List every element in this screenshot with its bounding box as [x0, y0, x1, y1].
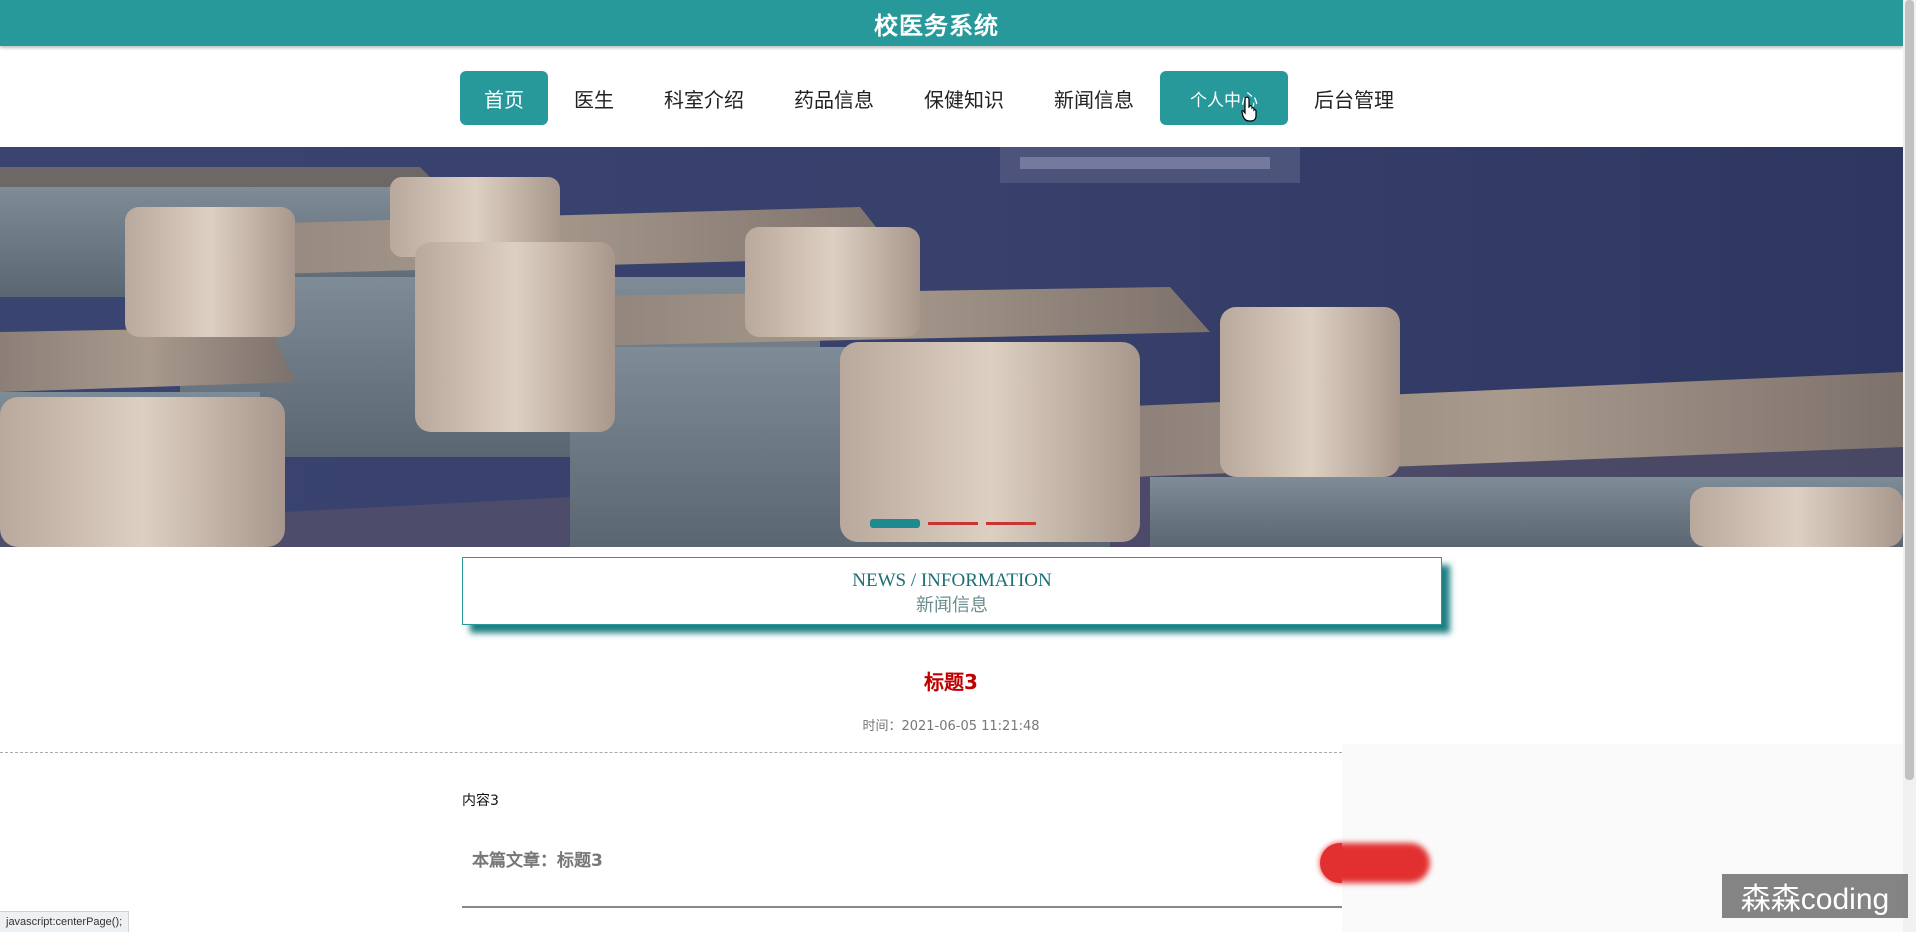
- nav-item-departments[interactable]: 科室介绍: [640, 71, 768, 125]
- main-nav: 首页 医生 科室介绍 药品信息 保健知识 新闻信息 个人中心 后台管理: [460, 70, 1420, 126]
- carousel-dot-3[interactable]: [986, 522, 1036, 525]
- section-title-cn: 新闻信息: [916, 595, 988, 615]
- browser-status-bar: javascript:centerPage();: [0, 911, 130, 932]
- nav-item-home[interactable]: 首页: [460, 71, 548, 125]
- nav-item-doctor[interactable]: 医生: [550, 71, 638, 125]
- nav-item-news[interactable]: 新闻信息: [1030, 71, 1158, 125]
- carousel-indicators: [870, 519, 1036, 528]
- hand-pointer-icon: [1241, 96, 1257, 122]
- back-button-blurred: [1320, 843, 1430, 883]
- article-time: 时间：2021-06-05 11:21:48: [862, 719, 1040, 734]
- watermark: 森森coding: [1722, 874, 1908, 918]
- top-header-bar: 校医务系统: [0, 0, 1903, 46]
- nav-item-profile[interactable]: 个人中心: [1160, 71, 1288, 125]
- classroom-image: [0, 147, 1903, 547]
- bottom-divider: [462, 906, 1352, 908]
- divider: [0, 752, 1342, 753]
- hero-banner-carousel[interactable]: [0, 147, 1903, 547]
- site-title: 校医务系统: [874, 11, 999, 40]
- page-scrollbar[interactable]: [1903, 0, 1916, 932]
- article-title: 标题3: [924, 670, 978, 694]
- section-header: NEWS / INFORMATION 新闻信息: [462, 557, 1442, 625]
- section-title-en: NEWS / INFORMATION: [852, 570, 1052, 591]
- scrollbar-thumb[interactable]: [1905, 0, 1914, 780]
- nav-item-admin[interactable]: 后台管理: [1290, 71, 1418, 125]
- article-content: 内容3: [462, 793, 499, 809]
- nav-item-medicine[interactable]: 药品信息: [770, 71, 898, 125]
- nav-item-health[interactable]: 保健知识: [900, 71, 1028, 125]
- this-article-label: 本篇文章：标题3: [472, 851, 603, 871]
- carousel-dot-1[interactable]: [870, 519, 920, 528]
- carousel-dot-2[interactable]: [928, 522, 978, 525]
